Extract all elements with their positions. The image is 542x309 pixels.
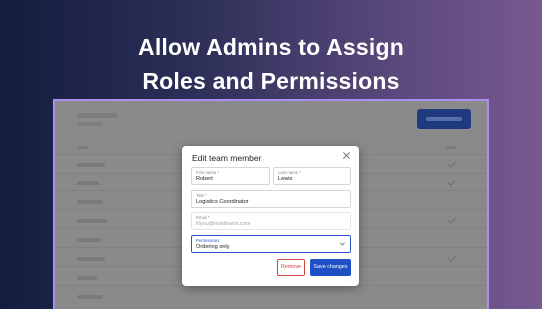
title-label: Title *: [196, 193, 207, 198]
title-value: Logistics Coordinator: [196, 199, 249, 205]
remove-button[interactable]: Remove: [277, 259, 305, 276]
column-header-admin: [445, 146, 457, 149]
check-icon: [447, 159, 456, 168]
last-name-label: Last name *: [278, 170, 301, 175]
permissions-value: Ordering only: [196, 244, 230, 250]
page-subtitle-placeholder: [77, 122, 103, 126]
column-header-name: [77, 146, 89, 149]
check-icon: [447, 177, 456, 186]
table-row: [77, 295, 103, 299]
check-icon: [447, 215, 456, 224]
table-row: [77, 238, 101, 242]
table-row: [77, 257, 105, 261]
close-icon[interactable]: [342, 151, 351, 160]
hero-headline: Allow Admins to Assign Roles and Permiss…: [0, 30, 542, 98]
headline-line-2: Roles and Permissions: [142, 68, 400, 94]
email-field[interactable]: Email * lilyuu@mailinator.com: [191, 212, 351, 230]
permissions-label: Permissions: [196, 238, 220, 243]
headline-line-1: Allow Admins to Assign: [138, 34, 404, 60]
last-name-value: Lewis: [278, 176, 293, 182]
add-member-button: [417, 109, 471, 129]
table-row: [77, 163, 105, 167]
table-row: [77, 181, 99, 185]
email-label: Email *: [196, 215, 210, 220]
last-name-field[interactable]: Last name * Lewis: [273, 167, 351, 185]
page-title-placeholder: [77, 113, 117, 118]
first-name-field[interactable]: First name * Robert: [191, 167, 270, 185]
title-field[interactable]: Title * Logistics Coordinator: [191, 190, 351, 208]
permissions-select[interactable]: Permissions Ordering only: [191, 235, 351, 253]
first-name-value: Robert: [196, 176, 213, 182]
chevron-down-icon: [340, 242, 345, 246]
check-icon: [447, 253, 456, 262]
dialog-title: Edit team member: [192, 153, 262, 163]
email-value: lilyuu@mailinator.com: [196, 221, 251, 227]
table-row: [77, 219, 107, 223]
table-row: [77, 276, 97, 280]
save-changes-button[interactable]: Save changes: [310, 259, 351, 276]
table-row: [77, 200, 103, 204]
first-name-label: First name *: [196, 170, 220, 175]
